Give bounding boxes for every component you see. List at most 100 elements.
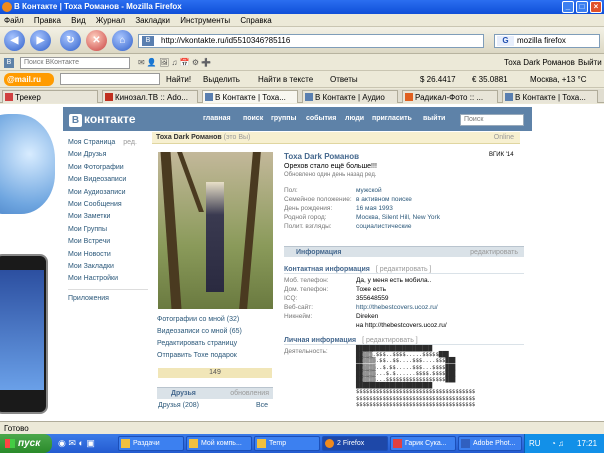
leftnav-friends[interactable]: Мои Друзья <box>68 149 148 161</box>
send-gift-link[interactable]: Отправить Тохе подарок <box>157 352 237 359</box>
leftnav-videos[interactable]: Мои Видеозаписи <box>68 174 148 186</box>
forward-icon[interactable]: ▶ <box>30 30 51 51</box>
highlight-button[interactable]: Выделить <box>203 71 240 88</box>
info-section-header[interactable]: Информация редактировать <box>284 246 524 257</box>
leftnav-edit-link[interactable]: ред. <box>123 139 137 146</box>
leftnav-bookmarks[interactable]: Мои Закладки <box>68 261 148 273</box>
field-label-relationship: Семейное положение: <box>284 196 352 203</box>
menu-tools[interactable]: Инструменты <box>180 16 230 25</box>
taskbar-item-temp[interactable]: Temp <box>254 436 320 451</box>
leftnav-apps[interactable]: Приложения <box>68 288 148 305</box>
vk-toolbar-search[interactable]: Поиск ВКонтакте <box>20 57 130 69</box>
firefox-icon <box>325 439 334 448</box>
tray-icons[interactable]: ◔ ♫ <box>551 434 564 453</box>
taskbar-label: Гарик Сука... <box>405 440 447 447</box>
profile-name-bar: Тоха Dark Романов (это Вы) Online <box>152 132 520 144</box>
contact-value-website[interactable]: http://thebestcovers.ucoz.ru/ <box>356 304 438 311</box>
vk-logo[interactable]: Вконтакте <box>69 111 136 127</box>
profile-photo[interactable] <box>158 152 273 309</box>
nav-events[interactable]: события <box>306 115 336 122</box>
friends-row: Друзья (208) Все <box>158 402 272 409</box>
profile-school[interactable]: ВГИК '14 <box>489 152 514 158</box>
leftnav-settings[interactable]: Мои Настройки <box>68 273 148 285</box>
toolbar-logout[interactable]: Выйти <box>578 55 602 71</box>
language-indicator[interactable]: RU <box>529 439 541 448</box>
friends-section-header[interactable]: Друзья обновления <box>157 387 273 399</box>
edit-page-link[interactable]: Редактировать страницу <box>157 340 237 347</box>
menu-bookmarks[interactable]: Закладки <box>135 16 170 25</box>
vk-logo-b: В <box>69 114 82 127</box>
rating-value: 149 <box>158 368 272 378</box>
menu-help[interactable]: Справка <box>240 16 271 25</box>
field-value-sex[interactable]: мужской <box>356 187 382 194</box>
field-value-hometown[interactable]: Москва, Silent Hill, New York <box>356 214 440 221</box>
toolbar-icons[interactable]: ✉ 👤 🖼 ♫ 📅 ⚙ ➕ <box>138 55 211 71</box>
web-search-box[interactable]: G mozilla firefox <box>494 34 600 48</box>
vk-logo-text: контакте <box>84 112 136 126</box>
home-icon[interactable]: ⌂ <box>112 30 133 51</box>
quicklaunch-icons[interactable]: ◉ ✉ ◐ ▣ <box>58 438 95 449</box>
vk-toolbar-icon[interactable]: В <box>4 58 14 68</box>
menu-view[interactable]: Вид <box>71 16 85 25</box>
leftnav-groups[interactable]: Мои Группы <box>68 224 148 236</box>
friends-updates-link[interactable]: обновления <box>230 388 269 400</box>
field-value-political[interactable]: социалистические <box>356 223 412 230</box>
tab-radikal[interactable]: Радикал-Фото :: ... <box>402 90 498 103</box>
videos-with-me-link[interactable]: Видеозаписи со мной (65) <box>157 328 242 335</box>
tab-vk-profile-active[interactable]: В Контакте | Тоха... <box>202 90 298 103</box>
mailru-search-input[interactable] <box>60 73 160 85</box>
menu-edit[interactable]: Правка <box>34 16 61 25</box>
tab-tracker[interactable]: Трекер <box>2 90 98 103</box>
leftnav-photos[interactable]: Мои Фотографии <box>68 162 148 174</box>
maximize-button[interactable]: □ <box>576 1 588 13</box>
nav-invite[interactable]: пригласить <box>372 115 412 122</box>
menu-file[interactable]: Файл <box>4 16 24 25</box>
info-edit-link[interactable]: редактировать <box>470 247 518 258</box>
vk-search-input[interactable]: Поиск <box>460 114 524 126</box>
taskbar-item-firefox[interactable]: 2 Firefox <box>322 436 388 451</box>
taskbar-item-garik[interactable]: Гарик Сука... <box>390 436 456 451</box>
toolbar-username[interactable]: Тоха Dark Романов <box>504 55 575 71</box>
nav-groups[interactable]: группы <box>271 115 296 122</box>
friends-all-link[interactable]: Все <box>256 402 268 409</box>
mailru-logo[interactable]: @mail.ru <box>4 73 54 86</box>
personal-edit-link[interactable]: [ редактировать ] <box>362 337 418 344</box>
nav-logout[interactable]: выйти <box>423 115 445 122</box>
answers-button[interactable]: Ответы <box>330 71 358 88</box>
stop-icon[interactable]: ✕ <box>86 30 107 51</box>
start-button[interactable]: пуск <box>0 434 52 453</box>
nav-people[interactable]: люди <box>345 115 364 122</box>
reload-icon[interactable]: ↻ <box>60 30 81 51</box>
leftnav-my-page[interactable]: Моя Страница ред. <box>68 137 148 149</box>
back-icon[interactable]: ◀ <box>4 30 25 51</box>
leftnav-news[interactable]: Мои Новости <box>68 249 148 261</box>
field-value-birthday[interactable]: 16 мая 1993 <box>356 205 393 212</box>
nav-search[interactable]: поиск <box>243 115 263 122</box>
tab-vk-profile-2[interactable]: В Контакте | Тоха... <box>502 90 598 103</box>
contact-value-nickname: Direken <box>356 313 379 320</box>
leftnav-notes[interactable]: Мои Заметки <box>68 211 148 223</box>
tab-kinozal[interactable]: Кинозал.ТВ :: Ado... <box>102 90 198 103</box>
taskbar-item-my-computer[interactable]: Мой компь... <box>186 436 252 451</box>
vk-toolbar: В Поиск ВКонтакте ✉ 👤 🖼 ♫ 📅 ⚙ ➕ Тоха Dar… <box>0 55 604 71</box>
weather: Москва, +13 °C <box>530 75 587 84</box>
art-line: $$$$$$$$$$$$$$$$$$$$$$$$$$$$$$$$$$$$ <box>356 401 476 408</box>
url-bar[interactable]: В http://vkontakte.ru/id5510346?85116 <box>138 34 484 48</box>
nav-home[interactable]: главная <box>203 115 231 122</box>
find-in-text-button[interactable]: Найти в тексте <box>258 71 313 88</box>
mailru-find-button[interactable]: Найти! <box>166 71 191 88</box>
leftnav-audio[interactable]: Мои Аудиозаписи <box>68 187 148 199</box>
minimize-button[interactable]: _ <box>562 1 574 13</box>
google-icon: G <box>497 36 514 46</box>
taskbar-item-razdachi[interactable]: Раздачи <box>118 436 184 451</box>
tab-vk-audio[interactable]: В Контакте | Аудио <box>302 90 398 103</box>
field-value-relationship[interactable]: в активном поиске <box>356 196 412 203</box>
taskbar-item-photoshop[interactable]: Adobe Phot... <box>458 436 522 451</box>
close-button[interactable]: × <box>590 1 602 13</box>
contact-edit-link[interactable]: [ редактировать ] <box>376 266 432 273</box>
leftnav-events[interactable]: Мои Встречи <box>68 236 148 248</box>
photos-with-me-link[interactable]: Фотографии со мной (32) <box>157 316 239 323</box>
leftnav-messages[interactable]: Мои Сообщения <box>68 199 148 211</box>
friends-count-link[interactable]: Друзья (208) <box>158 402 199 409</box>
menu-history[interactable]: Журнал <box>96 16 125 25</box>
